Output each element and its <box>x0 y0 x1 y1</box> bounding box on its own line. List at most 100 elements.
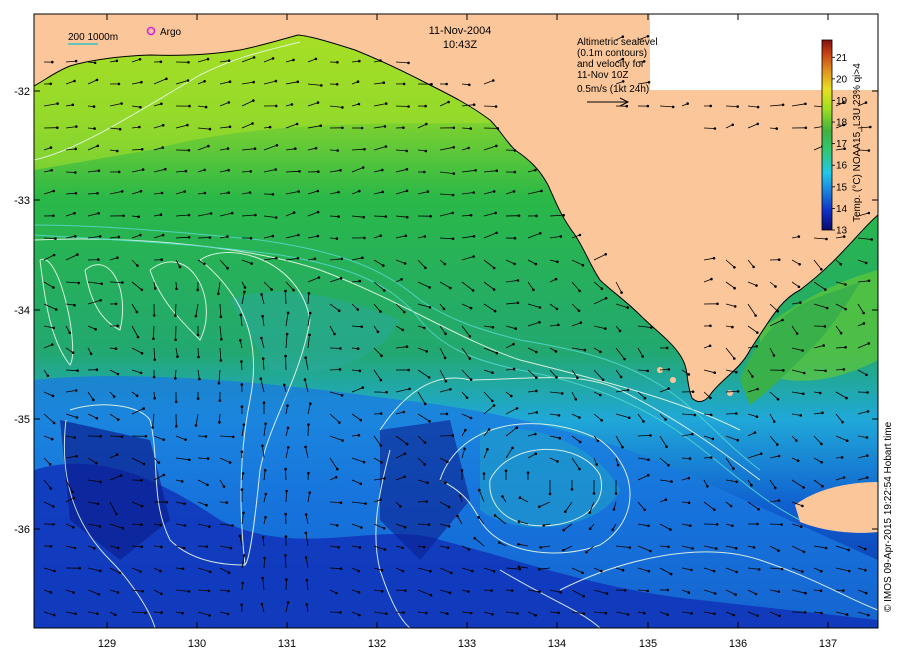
velocity-arrowhead <box>562 548 565 552</box>
velocity-arrowhead <box>427 523 431 526</box>
velocity-arrowhead <box>443 262 447 266</box>
velocity-arrowhead <box>274 79 278 83</box>
velocity-arrowhead <box>429 569 432 573</box>
velocity-arrowhead <box>194 314 198 318</box>
velocity-arrowhead <box>144 435 148 438</box>
velocity-arrowhead <box>358 613 361 617</box>
velocity-arrowhead <box>867 613 870 617</box>
velocity-arrowhead <box>196 397 200 400</box>
velocity-arrowhead <box>284 554 287 557</box>
velocity-arrowhead <box>754 592 758 596</box>
velocity-arrowhead <box>218 420 221 424</box>
velocity-arrowhead <box>335 591 338 595</box>
velocity-arrowhead <box>844 346 847 349</box>
velocity-arrowhead <box>292 288 295 292</box>
colorbar-tick-label: 18 <box>836 118 848 129</box>
velocity-arrowhead <box>262 401 266 405</box>
velocity-arrowhead <box>359 418 363 422</box>
velocity-arrowhead <box>261 357 265 360</box>
velocity-arrowhead <box>226 235 229 238</box>
velocity-arrowhead <box>162 438 166 442</box>
velocity-arrowhead <box>142 462 146 466</box>
velocity-arrowhead <box>337 215 340 218</box>
y-tick-label: -36 <box>14 524 30 536</box>
velocity-arrowhead <box>136 264 139 267</box>
velocity-arrowhead <box>358 279 362 283</box>
velocity-arrowhead <box>117 235 121 239</box>
velocity-arrowhead <box>428 286 431 289</box>
velocity-arrowhead <box>840 456 844 459</box>
velocity-arrowhead <box>73 546 77 550</box>
velocity-arrowhead <box>670 480 673 483</box>
velocity-arrowhead <box>754 314 757 317</box>
argo-legend-label: Argo <box>160 27 182 38</box>
velocity-arrowhead <box>120 435 124 439</box>
velocity-arrowhead <box>206 57 210 61</box>
velocity-arrowhead <box>772 420 776 423</box>
velocity-arrow <box>703 127 715 129</box>
velocity-arrowhead <box>424 104 427 108</box>
velocity-arrowhead <box>756 522 759 526</box>
velocity-arrowhead <box>379 234 383 237</box>
velocity-arrowhead <box>691 547 694 550</box>
velocity-arrowhead <box>403 525 407 529</box>
velocity-arrowhead <box>339 611 342 614</box>
velocity-arrowhead <box>141 590 144 593</box>
velocity-arrowhead <box>95 78 99 82</box>
velocity-arrowhead <box>116 546 120 550</box>
velocity-arrowhead <box>382 81 386 84</box>
velocity-arrowhead <box>451 193 455 197</box>
velocity-arrowhead <box>121 281 124 284</box>
colorbar-tick-label: 19 <box>836 96 848 107</box>
velocity-arrowhead <box>295 122 299 126</box>
velocity-arrowhead <box>217 382 221 385</box>
velocity-arrowhead <box>50 169 53 172</box>
velocity-arrowhead <box>469 213 473 217</box>
velocity-arrowhead <box>841 420 844 424</box>
velocity-arrowhead <box>666 588 670 592</box>
velocity-arrowhead <box>139 371 143 375</box>
velocity-arrowhead <box>402 82 406 86</box>
velocity-arrowhead <box>361 386 365 389</box>
velocity-arrowhead <box>671 105 675 109</box>
velocity-arrowhead <box>802 550 806 554</box>
velocity-arrowhead <box>360 526 363 529</box>
velocity-arrowhead <box>217 292 220 296</box>
velocity-arrowhead <box>274 104 278 108</box>
velocity-arrowhead <box>517 214 521 217</box>
velocity-arrowhead <box>423 235 427 238</box>
velocity-arrowhead <box>319 124 323 127</box>
velocity-arrowhead <box>709 324 712 328</box>
velocity-arrowhead <box>358 369 362 373</box>
velocity-arrowhead <box>93 61 97 65</box>
velocity-arrowhead <box>140 523 143 526</box>
velocity-arrowhead <box>384 102 388 105</box>
velocity-arrowhead <box>755 345 758 348</box>
velocity-arrowhead <box>261 536 265 539</box>
velocity-arrowhead <box>260 602 264 606</box>
velocity-arrowhead <box>511 446 514 450</box>
velocity-arrowhead <box>646 104 650 108</box>
velocity-note-line: Altimetric sealevel <box>577 37 658 48</box>
velocity-arrowhead <box>226 147 230 150</box>
velocity-arrowhead <box>445 82 448 86</box>
velocity-arrowhead <box>447 525 451 528</box>
velocity-arrowhead <box>99 569 102 573</box>
velocity-arrowhead <box>667 368 671 371</box>
velocity-arrowhead <box>96 192 99 195</box>
velocity-arrowhead <box>336 61 339 64</box>
velocity-arrowhead <box>73 211 76 215</box>
velocity-arrowhead <box>756 387 759 391</box>
velocity-arrowhead <box>534 452 538 456</box>
velocity-arrowhead <box>557 414 561 417</box>
velocity-arrowhead <box>844 307 847 311</box>
velocity-arrowhead <box>157 461 161 464</box>
velocity-arrowhead <box>251 122 254 125</box>
velocity-arrowhead <box>241 581 244 585</box>
velocity-arrowhead <box>241 472 245 475</box>
velocity-arrowhead <box>799 301 802 304</box>
velocity-arrowhead <box>209 212 213 215</box>
velocity-arrowhead <box>358 189 361 193</box>
velocity-arrowhead <box>686 102 689 105</box>
velocity-arrowhead <box>161 146 164 149</box>
